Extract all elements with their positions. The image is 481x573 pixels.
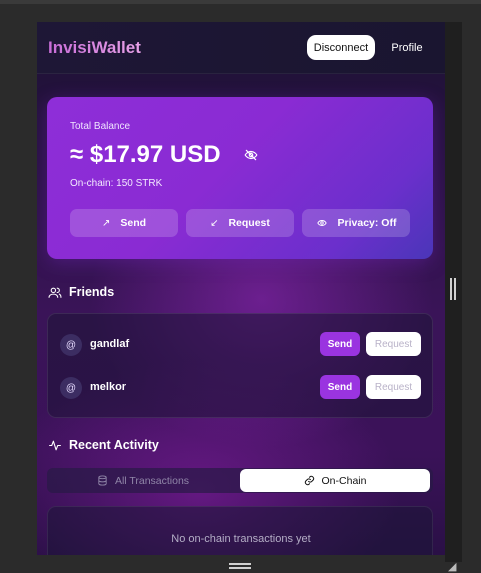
tab-all-label: All Transactions [114,474,190,487]
send-button-label: Send [120,217,147,229]
balance-card: Total Balance ≈ $17.97 USD On-chain: 150… [47,97,433,259]
app-header: InvisiWallet Disconnect Profile [37,22,445,74]
arrow-down-left-icon: ↙ [210,217,219,229]
tab-on-chain[interactable]: On-Chain [240,469,430,492]
friend-name: melkor [90,381,127,393]
send-button[interactable]: ↗ Send [70,209,178,237]
request-button-label: Request [228,217,270,229]
friend-row-gandlaf: @ gandlaf Send Request [60,332,421,358]
friend-request-button[interactable]: Request [366,332,421,356]
profile-button[interactable]: Profile [384,35,430,60]
friends-list: @ gandlaf Send Request @ melkor Send Req… [47,313,433,418]
activity-heading: Recent Activity [48,438,159,452]
link-icon [304,475,314,486]
friends-title: Friends [69,285,115,299]
activity-tabs: All Transactions On-Chain [47,468,433,493]
activity-title: Recent Activity [69,438,159,452]
friends-heading: Friends [48,285,114,299]
at-icon: @ [60,377,82,399]
wallet-app: InvisiWallet Disconnect Profile Total Ba… [37,22,445,555]
at-icon: @ [60,334,82,356]
disconnect-button[interactable]: Disconnect [307,35,375,60]
scrollbar-grip[interactable] [450,278,456,300]
database-icon [98,475,107,486]
tab-onchain-label: On-Chain [321,474,367,487]
friend-name: gandlaf [90,338,130,350]
resize-corner-icon[interactable]: ◢ [448,560,456,573]
tab-all-transactions[interactable]: All Transactions [47,468,239,493]
eye-icon [316,220,327,226]
window-top-strip [0,0,481,4]
panel-resize-handle[interactable] [229,563,251,569]
friend-send-button[interactable]: Send [320,375,360,399]
request-button[interactable]: ↙ Request [186,209,294,237]
arrow-up-right-icon: ↗ [101,217,111,229]
balance-label: Total Balance [70,121,131,132]
friend-row-melkor: @ melkor Send Request [60,375,421,401]
transactions-panel: No on-chain transactions yet [47,506,433,555]
empty-state-text: No on-chain transactions yet [171,533,311,545]
privacy-button-label: Privacy: Off [337,217,397,229]
onchain-balance: On-chain: 150 STRK [70,178,163,189]
app-logo: InvisiWallet [48,38,141,57]
balance-amount: ≈ $17.97 USD [70,141,221,168]
eye-off-icon[interactable] [243,148,259,162]
friend-send-button[interactable]: Send [320,332,360,356]
users-icon [48,287,62,298]
friend-request-button[interactable]: Request [366,375,421,399]
activity-icon [49,440,61,450]
privacy-toggle-button[interactable]: Privacy: Off [302,209,410,237]
